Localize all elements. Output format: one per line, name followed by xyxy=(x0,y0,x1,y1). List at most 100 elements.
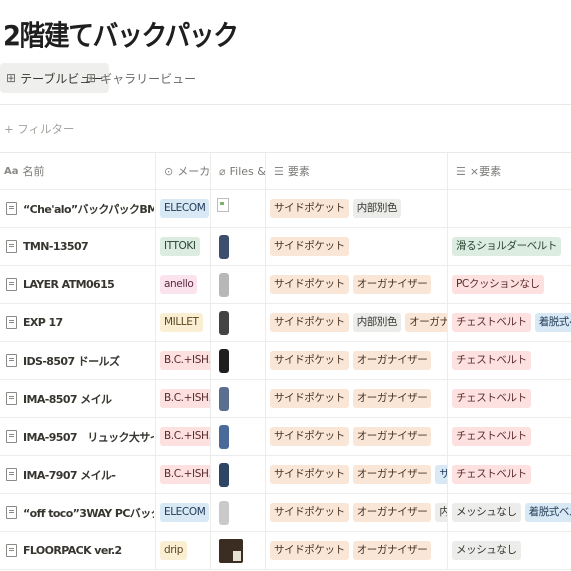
cell-tags[interactable]: サイドポケット オーガナイザー xyxy=(265,380,447,417)
page-icon xyxy=(6,506,17,519)
cell-name[interactable]: FLOORPACK ver.2 xyxy=(0,532,154,569)
row-title[interactable]: FLOORPACK ver.2 xyxy=(23,544,122,557)
cell-files[interactable] xyxy=(210,494,265,531)
cell-maker[interactable]: ELECOM xyxy=(155,494,210,531)
cell-tags[interactable]: サイドポケットオーガナイザーサイドハンドル xyxy=(265,456,447,493)
row-title[interactable]: “Che'alo”バックパックBM-CABP01 xyxy=(23,201,154,217)
cell-name[interactable]: TMN-13507 xyxy=(0,228,154,265)
table-row[interactable]: FLOORPACK ver.2 drip サイドポケット オーガナイザー メッシュなし xyxy=(0,532,571,570)
cell-files[interactable] xyxy=(210,342,265,379)
filter-button[interactable]: + フィルター xyxy=(4,121,75,137)
row-title[interactable]: IMA-9507 リュック大サイズ メイル xyxy=(23,429,154,445)
cell-negative-tags[interactable]: PCクッションなし xyxy=(447,266,571,303)
cell-maker[interactable]: drip xyxy=(155,532,210,569)
cell-files[interactable] xyxy=(210,266,265,303)
backpack-thumbnail[interactable] xyxy=(219,424,229,449)
cell-negative-tags[interactable]: チェストベルト着脱式ベルト xyxy=(447,304,571,341)
cell-negative-tags[interactable]: メッシュなし xyxy=(447,532,571,569)
cell-maker[interactable]: B.C.+ISH… xyxy=(155,380,210,417)
tag-pill: サイドポケット xyxy=(270,541,349,560)
backpack-thumbnail[interactable] xyxy=(219,272,229,297)
cell-name[interactable]: IMA-8507 メイル xyxy=(0,380,154,417)
cell-files[interactable] xyxy=(210,456,265,493)
backpack-thumbnail[interactable] xyxy=(219,500,229,525)
table-row[interactable]: IDS-8507 ドールズ B.C.+ISH… サイドポケットオーガナイザーチェスト… xyxy=(0,342,571,380)
backpack-thumbnail[interactable] xyxy=(219,386,229,411)
cell-files[interactable] xyxy=(210,380,265,417)
column-header-label: ×要素 xyxy=(469,165,502,178)
cell-tags[interactable]: サイドポケット xyxy=(265,228,447,265)
table-row[interactable]: LAYER ATM0615 anello サイドポケット オーガナイザー PCクッション… xyxy=(0,266,571,304)
maker-tag: MILLET xyxy=(160,313,203,332)
cell-name[interactable]: “off toco”3WAY PCバックパック xyxy=(0,494,154,531)
column-header-name[interactable]: Aa 名前 xyxy=(0,153,154,189)
cell-negative-tags[interactable] xyxy=(447,190,571,227)
table-row[interactable]: IMA-7907 メイル- B.C.+ISH… サイドポケットオーガナイザーサイドハ… xyxy=(0,456,571,494)
column-header-tags[interactable]: ☰ 要素 xyxy=(265,153,447,189)
cell-negative-tags[interactable]: チェストベルト xyxy=(447,380,571,417)
column-header-label: Files &… xyxy=(229,164,265,178)
cell-tags[interactable]: サイドポケット オーガナイザー xyxy=(265,418,447,455)
table-row[interactable]: IMA-9507 リュック大サイズ メイル B.C.+ISH… サイドポケットオーガ… xyxy=(0,418,571,456)
cell-maker[interactable]: ITTOKI xyxy=(155,228,210,265)
cell-files[interactable] xyxy=(210,532,265,569)
cell-negative-tags[interactable]: チェストベルト xyxy=(447,418,571,455)
cell-name[interactable]: LAYER ATM0615 xyxy=(0,266,154,303)
row-title[interactable]: “off toco”3WAY PCバックパック xyxy=(23,505,154,521)
backpack-thumbnail[interactable] xyxy=(219,348,229,373)
column-header-maker[interactable]: ⊙メーカー xyxy=(155,153,210,189)
row-title[interactable]: LAYER ATM0615 xyxy=(23,278,115,291)
table-row[interactable]: “off toco”3WAY PCバックパック ELECOM サイドポケットオーガナ… xyxy=(0,494,571,532)
tag-pill: サイドハンドル xyxy=(435,465,447,484)
cell-maker[interactable]: MILLET xyxy=(155,304,210,341)
row-title[interactable]: IMA-7907 メイル- xyxy=(23,467,116,483)
cell-tags[interactable]: サイドポケット 内部別色 xyxy=(265,190,447,227)
cell-negative-tags[interactable]: 滑るショルダーベルト xyxy=(447,228,571,265)
table-row[interactable]: IMA-8507 メイル B.C.+ISH… サイドポケットオーガナイザーチェストベ… xyxy=(0,380,571,418)
tag-pill: オーガナイザー xyxy=(352,351,432,370)
cell-files[interactable] xyxy=(210,228,265,265)
cell-maker[interactable]: B.C.+ISH… xyxy=(155,418,210,455)
row-title[interactable]: IDS-8507 ドールズ xyxy=(23,353,120,369)
maker-tag: ELECOM xyxy=(160,199,210,218)
product-thumbnail[interactable] xyxy=(219,538,243,563)
column-header-negative-tags[interactable]: ☰ ×要素 xyxy=(447,153,571,189)
cell-files[interactable] xyxy=(210,418,265,455)
cell-negative-tags[interactable]: チェストベルト xyxy=(447,342,571,379)
cell-name[interactable]: IMA-7907 メイル- xyxy=(0,456,154,493)
cell-tags[interactable]: サイドポケット オーガナイザー xyxy=(265,342,447,379)
table-body: “Che'alo”バックパックBM-CABP01 ELECOM サイドポケット内部別… xyxy=(0,190,571,570)
broken-image-icon[interactable] xyxy=(217,197,229,212)
tab-gallery-view[interactable]: ⊞ ギャラリービュー xyxy=(86,63,196,93)
cell-tags[interactable]: サイドポケット オーガナイザー xyxy=(265,266,447,303)
cell-name[interactable]: “Che'alo”バックパックBM-CABP01 xyxy=(0,190,154,227)
backpack-thumbnail[interactable] xyxy=(219,462,229,487)
cell-maker[interactable]: anello xyxy=(155,266,210,303)
cell-maker[interactable]: ELECOM xyxy=(155,190,210,227)
cell-tags[interactable]: サイドポケットオーガナイザー内部別色 xyxy=(265,494,447,531)
maker-tag: drip xyxy=(160,541,187,560)
maker-tag: B.C.+ISH… xyxy=(160,427,210,446)
row-title[interactable]: IMA-8507 メイル xyxy=(23,391,112,407)
cell-negative-tags[interactable]: メッシュなし着脱式ベルト xyxy=(447,494,571,531)
backpack-thumbnail[interactable] xyxy=(219,234,229,259)
row-title[interactable]: EXP 17 xyxy=(23,316,63,329)
table-row[interactable]: “Che'alo”バックパックBM-CABP01 ELECOM サイドポケット内部別… xyxy=(0,190,571,228)
maker-tag: anello xyxy=(160,275,198,294)
table-row[interactable]: EXP 17 MILLET サイドポケット内部別色オーガナイザーチェストベルト着脱式… xyxy=(0,304,571,342)
row-title[interactable]: TMN-13507 xyxy=(23,240,89,253)
column-header-files[interactable]: ⌀Files &… xyxy=(210,153,265,189)
cell-negative-tags[interactable]: チェストベルト xyxy=(447,456,571,493)
cell-maker[interactable]: B.C.+ISH… xyxy=(155,456,210,493)
tag-pill: メッシュなし xyxy=(452,503,521,522)
cell-name[interactable]: IDS-8507 ドールズ xyxy=(0,342,154,379)
cell-tags[interactable]: サイドポケット オーガナイザー xyxy=(265,532,447,569)
cell-files[interactable] xyxy=(210,190,265,227)
cell-name[interactable]: IMA-9507 リュック大サイズ メイル xyxy=(0,418,154,455)
cell-name[interactable]: EXP 17 xyxy=(0,304,154,341)
cell-tags[interactable]: サイドポケット内部別色オーガナイザー xyxy=(265,304,447,341)
table-row[interactable]: TMN-13507 ITTOKI サイドポケット 滑るショルダーベルト xyxy=(0,228,571,266)
cell-files[interactable] xyxy=(210,304,265,341)
cell-maker[interactable]: B.C.+ISH… xyxy=(155,342,210,379)
backpack-thumbnail[interactable] xyxy=(219,310,229,335)
